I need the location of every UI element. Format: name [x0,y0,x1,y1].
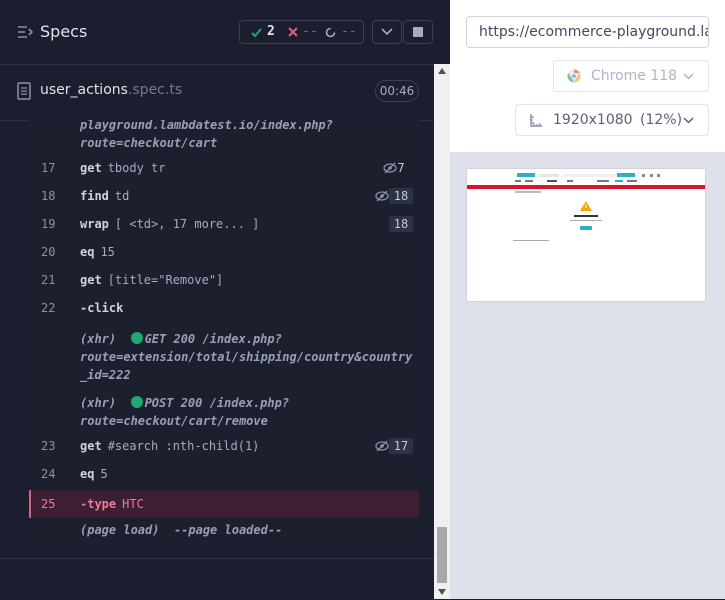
command-log: playground.lambdatest.io/index.php? rout… [29,120,419,545]
line-number: 20 [41,245,56,259]
reporter-panel: Specs 2 -- -- user_actions.spec.ts 00:46… [0,0,450,599]
line-number: 22 [41,301,56,315]
command-name: get tbody tr [80,161,166,175]
pending-count: -- [341,24,357,39]
command-row[interactable]: 22 -click [29,294,419,322]
command-row[interactable]: 21 get [title="Remove"] [29,266,419,294]
chrome-icon [567,69,581,83]
page-preview-image [467,169,705,301]
line-number: 25 [41,497,56,511]
spec-file-extension: .spec.ts [127,82,183,98]
scroll-down-arrow-icon[interactable] [438,589,446,595]
eye-hidden-icon [375,440,389,452]
pass-check-icon [251,28,262,38]
stop-icon [413,27,423,37]
viewport-selector[interactable]: 1920x1080 (12%) [515,104,709,136]
scrollbar-thumb[interactable] [437,527,447,583]
command-message: 15 [100,245,115,259]
xhr-status-dot [130,396,143,408]
viewport-size: 1920x1080 [553,112,633,128]
command-name: -type HTC [80,497,144,511]
command-message: [title="Remove"] [107,273,224,287]
command-message: HTC [122,497,144,511]
xhr-status-dot [130,332,143,344]
specs-header: Specs 2 -- -- [0,0,450,65]
element-count-badge: 17 [389,438,413,454]
eye-hidden-icon [375,190,389,202]
chevron-down-icon [381,28,393,36]
specs-list-icon[interactable] [17,24,33,40]
active-command-row[interactable]: 25 -type HTC [29,490,419,518]
chevron-down-icon [683,73,694,80]
line-number: 18 [41,189,56,203]
command-message: [ <td>, 17 more... ] [114,217,260,231]
passed-count: 2 [267,24,275,39]
line-number: 24 [41,467,56,481]
command-row[interactable]: 19 wrap[ <td>, 17 more... ] 18 [29,210,419,238]
line-number: 21 [41,273,56,287]
truncated-url-1: playground.lambdatest.io/index.php? [80,120,333,132]
browser-selector[interactable]: Chrome 118 [553,60,709,92]
aut-header: https://ecommerce-playground.lambdatest.… [450,0,725,152]
command-row[interactable]: 23 get #search :nth-child(1) 17 [29,432,419,460]
command-name: get [title="Remove"] [80,273,224,287]
page-load-log[interactable]: (page load) --page loaded-- [80,521,282,539]
command-row[interactable]: 24 eq 5 [29,460,419,488]
element-count-badge: 18 [389,188,413,204]
browser-name: Chrome 118 [591,68,678,84]
command-message: tbody tr [107,161,166,175]
truncated-url-line: playground.lambdatest.io/index.php? rout… [80,120,333,152]
stop-button[interactable] [403,20,433,44]
fail-x-icon [288,27,298,37]
aut-preview-frame[interactable] [466,168,706,302]
spec-file-bar: user_actions.spec.ts 00:46 [0,64,434,121]
test-stats: 2 -- -- [239,20,364,44]
reporter-footer [0,558,434,600]
command-row[interactable]: 18 find td 18 [29,182,419,210]
command-name: find td [80,189,130,203]
command-name: -click [80,301,124,315]
xhr-log-2[interactable]: (xhr) POST 200 /index.php? route=checkou… [80,394,289,430]
command-name: eq 5 [80,467,108,481]
element-count-badge: 18 [389,216,413,232]
failed-count: -- [302,24,318,39]
line-number: 23 [41,439,56,453]
command-message: #search :nth-child(1) [107,439,260,453]
collapse-button[interactable] [372,20,402,44]
element-count-badge: 7 [397,161,405,175]
xhr-log-1[interactable]: (xhr) GET 200 /index.php? route=extensio… [80,330,412,384]
command-message: 5 [100,467,108,481]
scroll-up-arrow-icon[interactable] [438,68,446,74]
command-message: td [114,189,130,203]
aut-panel: https://ecommerce-playground.lambdatest.… [450,0,725,599]
spec-file-basename: user_actions [40,82,128,98]
command-name: wrap[ <td>, 17 more... ] [80,217,260,231]
command-name: eq 15 [80,245,115,259]
command-log-scrollbar[interactable] [434,64,450,599]
pending-spinner-icon [325,27,336,38]
chevron-down-icon [683,117,694,124]
spec-duration: 00:46 [375,80,419,102]
specs-title[interactable]: Specs [40,22,87,41]
line-number: 17 [41,161,56,175]
aut-url-field[interactable]: https://ecommerce-playground.lambdatest.… [466,16,709,48]
viewport-scale: (12%) [640,112,683,128]
truncated-url-2: route=checkout/cart [80,136,218,150]
spec-file-name[interactable]: user_actions.spec.ts [40,82,182,98]
ruler-icon [530,114,542,127]
command-name: get #search :nth-child(1) [80,439,260,453]
line-number: 19 [41,217,56,231]
command-row[interactable]: 20 eq 15 [29,238,419,266]
command-row[interactable]: 17 get tbody tr 7 [29,154,419,182]
document-icon [17,82,31,100]
